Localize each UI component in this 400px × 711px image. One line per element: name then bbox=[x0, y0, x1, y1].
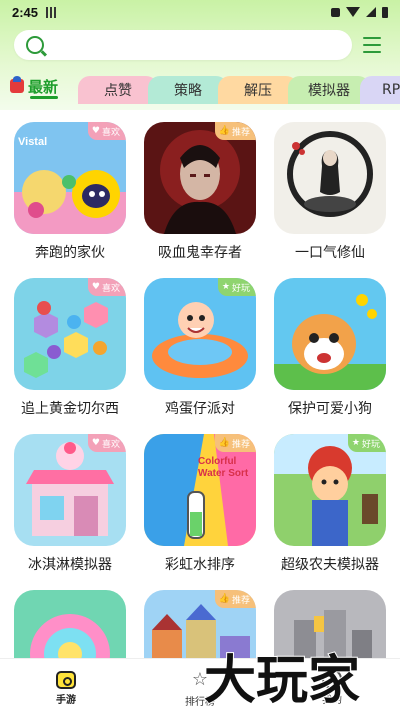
tab-rpg[interactable]: RPG bbox=[360, 76, 400, 104]
game-thumbnail[interactable] bbox=[274, 122, 386, 234]
tag-badge: 👍 推荐 bbox=[214, 122, 256, 140]
game-title: 一口气修仙 bbox=[295, 245, 365, 261]
game-card[interactable]: ♥ 喜欢 冰淇淋模拟器 bbox=[14, 434, 126, 573]
game-thumbnail[interactable]: ★ 好玩 bbox=[144, 278, 256, 390]
game-thumbnail[interactable]: 👍 推荐 bbox=[144, 122, 256, 234]
thumb-up-icon: 👍 bbox=[218, 438, 230, 448]
game-thumbnail[interactable]: ♥ 喜欢 bbox=[14, 434, 126, 546]
game-card[interactable]: Colorful Water Sort 👍 推荐 彩虹水排序 bbox=[144, 434, 256, 573]
status-bar: 2:45 bbox=[0, 0, 400, 24]
game-title: 彩虹水排序 bbox=[165, 557, 235, 573]
thumb-up-icon: 👍 bbox=[218, 594, 230, 604]
tab-likes[interactable]: 点赞 bbox=[78, 76, 158, 104]
game-thumbnail[interactable]: ★ 好玩 bbox=[274, 434, 386, 546]
newest-tab-icon bbox=[10, 76, 24, 93]
game-title: 鸡蛋仔派对 bbox=[165, 401, 235, 417]
game-thumbnail[interactable]: ♥ 喜欢 bbox=[14, 278, 126, 390]
game-title: 保护可爱小狗 bbox=[288, 401, 372, 417]
search-icon[interactable] bbox=[26, 36, 44, 54]
status-time: 2:45 bbox=[12, 4, 39, 20]
thumbnail-logo-text: Vistal bbox=[18, 136, 48, 148]
game-card[interactable]: ★ 好玩 超级农夫模拟器 bbox=[274, 434, 386, 573]
game-card[interactable]: ♥ 喜欢 追上黄金切尔西 bbox=[14, 278, 126, 417]
game-card[interactable]: Vistal ♥ 喜欢 奔跑的家伙 bbox=[14, 122, 126, 261]
game-card[interactable]: ★ 好玩 鸡蛋仔派对 bbox=[144, 278, 256, 417]
star-icon: ★ bbox=[221, 282, 230, 292]
tab-newest[interactable]: 最新 bbox=[10, 74, 58, 98]
game-card[interactable]: 👍 推荐 吸血鬼幸存者 bbox=[144, 122, 256, 261]
tab-relax[interactable]: 解压 bbox=[218, 76, 298, 104]
game-thumbnail[interactable]: Colorful Water Sort 👍 推荐 bbox=[144, 434, 256, 546]
watermark-text: 大玩家 bbox=[204, 651, 360, 710]
tag-badge: 👍 推荐 bbox=[214, 434, 256, 452]
tab-simulator[interactable]: 模拟器 bbox=[288, 76, 370, 104]
game-card[interactable]: 保护可爱小狗 bbox=[274, 278, 386, 417]
thumbnail-logo-text: Colorful Water Sort bbox=[198, 456, 249, 479]
notification-icon bbox=[46, 6, 59, 18]
tab-newest-label: 最新 bbox=[28, 77, 59, 96]
game-title: 超级农夫模拟器 bbox=[281, 557, 379, 573]
status-icons bbox=[331, 6, 388, 18]
heart-icon: ♥ bbox=[91, 282, 100, 292]
search-bar[interactable] bbox=[14, 30, 352, 60]
thumb-up-icon: 👍 bbox=[218, 126, 230, 136]
tag-badge: ♥ 喜欢 bbox=[87, 434, 126, 452]
game-card[interactable]: 一口气修仙 bbox=[274, 122, 386, 261]
tab-strategy[interactable]: 策略 bbox=[148, 76, 228, 104]
heart-icon: ♥ bbox=[91, 438, 100, 448]
battery-icon bbox=[382, 6, 388, 18]
signal-icon bbox=[366, 7, 376, 17]
watermark-logo: 大玩家 bbox=[198, 640, 398, 711]
home-icon bbox=[56, 671, 76, 689]
game-title: 冰淇淋模拟器 bbox=[28, 557, 112, 573]
game-thumbnail[interactable]: Vistal ♥ 喜欢 bbox=[14, 122, 126, 234]
category-tabs: 点赞 策略 解压 模拟器 RPG 最新 bbox=[0, 72, 400, 104]
game-title: 奔跑的家伙 bbox=[35, 245, 105, 261]
wifi-icon bbox=[346, 7, 360, 17]
game-title: 吸血鬼幸存者 bbox=[158, 245, 242, 261]
search-input[interactable] bbox=[54, 35, 344, 55]
tag-badge: ♥ 喜欢 bbox=[87, 122, 126, 140]
heart-icon: ♥ bbox=[91, 126, 100, 136]
active-tab-indicator bbox=[30, 96, 58, 99]
nav-mobile-games[interactable]: 手游 bbox=[36, 663, 96, 706]
tag-badge: ★ 好玩 bbox=[217, 278, 256, 296]
tag-badge: ♥ 喜欢 bbox=[87, 278, 126, 296]
nav-label: 手游 bbox=[56, 695, 76, 706]
game-thumbnail[interactable] bbox=[274, 278, 386, 390]
game-title: 追上黄金切尔西 bbox=[21, 401, 119, 417]
menu-icon[interactable] bbox=[363, 37, 381, 53]
star-icon: ★ bbox=[351, 438, 360, 448]
tag-badge: 👍 推荐 bbox=[214, 590, 256, 608]
tag-badge: ★ 好玩 bbox=[347, 434, 386, 452]
lock-icon bbox=[331, 7, 340, 17]
